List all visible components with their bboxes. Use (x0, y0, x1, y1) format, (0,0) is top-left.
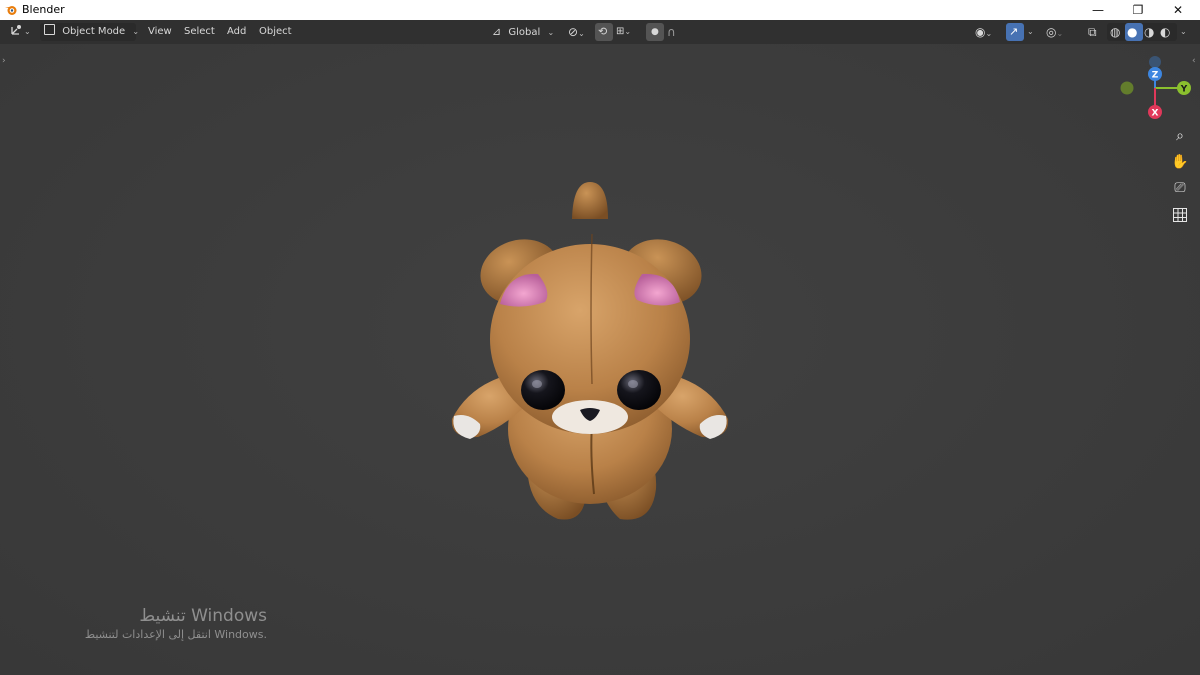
zoom-icon[interactable]: ⌕ (1169, 125, 1191, 147)
chevron-down-icon: ⌄ (1180, 27, 1187, 36)
activation-title: تنشيط Windows (139, 606, 267, 626)
solid-sphere-icon: ● (1127, 25, 1138, 39)
material-sphere-icon: ◑ (1144, 25, 1155, 39)
xray-toggle[interactable]: ⧉ (1088, 20, 1097, 44)
gizmo-icon: ↗ (1009, 25, 1019, 38)
menu-view[interactable]: View (148, 20, 172, 44)
menu-add[interactable]: Add (227, 20, 246, 44)
menu-object[interactable]: Object (259, 20, 292, 44)
toolbar-expand-icon[interactable]: › (2, 56, 6, 66)
chevron-down-icon: ⌄ (1027, 27, 1034, 36)
pivot-point-button[interactable]: ⊘⌄ (568, 20, 585, 44)
3d-viewport[interactable]: › ‹ Z Y X ⌕ ✋ ⎚ تنشيط Windows انتقل إلى … (0, 44, 1200, 675)
chevron-down-icon: ⌄ (1056, 29, 1064, 38)
y-axis-label: Y (1180, 85, 1188, 95)
overlays-icon: ◎ (1046, 25, 1057, 39)
orientation-icon: ⊿ (492, 25, 502, 38)
snap-target-button[interactable]: ⊞⌄ (616, 20, 631, 44)
shading-options-button[interactable]: ⌄ (1180, 20, 1187, 44)
pivot-icon: ⊘ (568, 25, 579, 39)
hand-pan-icon[interactable]: ✋ (1169, 151, 1191, 173)
navigation-gizmo[interactable]: Z Y X (1112, 54, 1196, 120)
snap-icon: ⟲ (598, 25, 608, 38)
mode-label: Object Mode (62, 26, 126, 37)
editor-type-button[interactable]: ⌄ (10, 20, 31, 44)
viewport-header: ⌄ Object Mode ⌄ View Select Add Object ⊿… (0, 20, 1200, 44)
menu-select[interactable]: Select (184, 20, 215, 44)
chevron-down-icon: ⌄ (24, 27, 31, 36)
visibility-button[interactable]: ◉⌄ (975, 20, 992, 44)
blender-logo-icon (5, 6, 17, 15)
mode-selector-content: Object Mode ⌄ (44, 20, 139, 44)
orientation-label: Global (508, 27, 541, 38)
window-title-bar: Blender — ❐ ✕ (0, 0, 1200, 20)
grid-ortho-icon[interactable] (1169, 204, 1191, 226)
minimize-button[interactable]: — (1078, 0, 1118, 20)
overlays-button[interactable]: ◎⌄ (1046, 20, 1063, 44)
close-button[interactable]: ✕ (1158, 0, 1198, 20)
activation-subtitle: انتقل إلى الإعدادات لتنشيط Windows. (84, 628, 267, 641)
teddy-bear-model[interactable] (440, 134, 740, 534)
eye-icon: ◉ (975, 25, 986, 39)
chevron-down-icon: ⌄ (985, 29, 993, 38)
restore-button[interactable]: ❐ (1118, 0, 1158, 20)
shading-solid-button[interactable]: ● (1127, 20, 1137, 44)
3d-viewport-icon (11, 25, 21, 35)
chevron-down-icon: ⌄ (578, 29, 585, 38)
negative-z-axis-icon[interactable] (1149, 56, 1161, 68)
chevron-down-icon: ⌄ (624, 27, 632, 36)
object-mode-icon (44, 24, 55, 35)
z-axis-label: Z (1152, 71, 1159, 81)
shading-rendered-button[interactable]: ◐ (1160, 20, 1170, 44)
window-title: Blender (22, 3, 65, 16)
gizmo-menu[interactable]: ⌄ (1027, 20, 1034, 44)
transform-orientation-selector[interactable]: ⊿ Global ⌄ (492, 20, 554, 44)
proportional-dot-icon: ● (651, 27, 659, 37)
wireframe-sphere-icon: ◍ (1110, 25, 1121, 39)
rendered-sphere-icon: ◐ (1160, 25, 1171, 39)
falloff-icon[interactable]: ∩ (667, 20, 676, 44)
negative-y-axis-icon[interactable] (1120, 81, 1134, 95)
x-axis-label: X (1152, 109, 1159, 119)
xray-icon: ⧉ (1088, 25, 1097, 39)
shading-wireframe-button[interactable]: ◍ (1110, 20, 1120, 44)
chevron-down-icon: ⌄ (547, 28, 555, 37)
chevron-down-icon: ⌄ (132, 27, 140, 36)
shading-material-button[interactable]: ◑ (1144, 20, 1154, 44)
camera-icon[interactable]: ⎚ (1169, 177, 1191, 199)
